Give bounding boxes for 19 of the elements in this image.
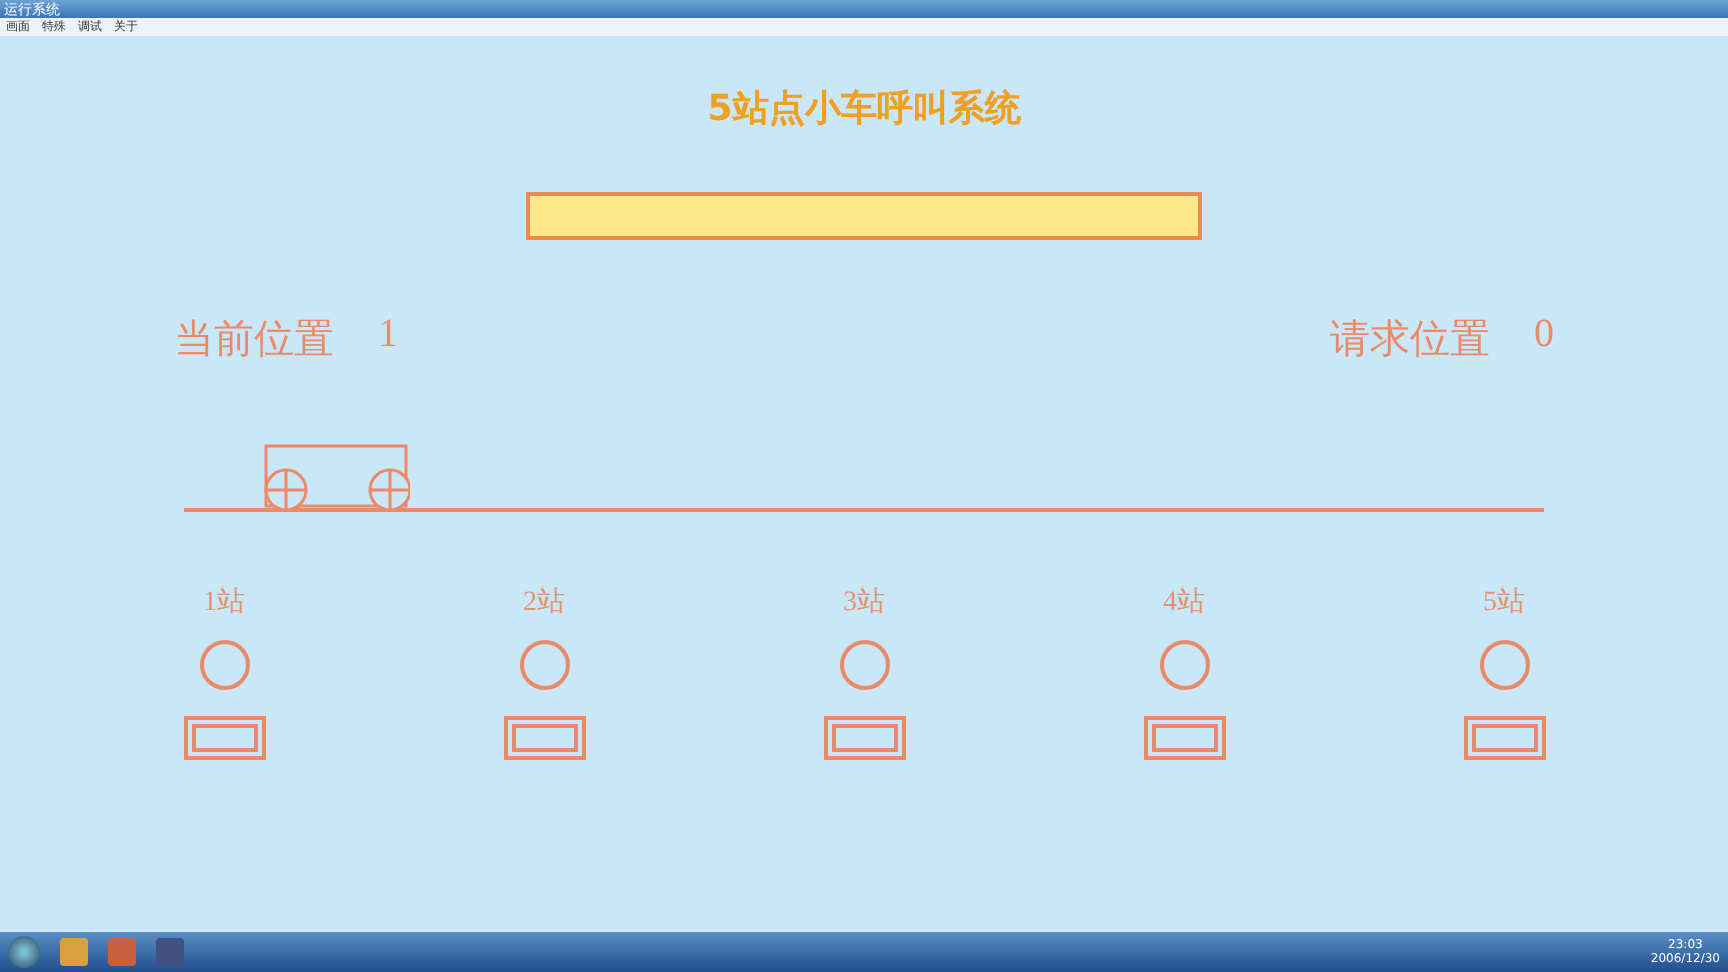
request-position-label: 请求位置 [1330,316,1490,366]
call-button[interactable] [183,716,265,760]
system-title: 5站点小车呼叫系统 [707,86,1021,132]
request-position-value: 0 [1534,312,1554,360]
station-label: 2站 [523,585,565,620]
call-button[interactable] [503,716,585,760]
app-icon[interactable] [60,938,88,966]
current-position-value: 1 [378,312,398,360]
station-label: 1站 [203,585,245,620]
call-button[interactable] [1463,716,1545,760]
call-button[interactable] [823,716,905,760]
app-icon[interactable] [156,938,184,966]
station-label: 4站 [1163,585,1205,620]
app-icon[interactable] [108,938,136,966]
station-label: 5站 [1483,585,1525,620]
call-button[interactable] [1143,716,1225,760]
station-label: 3站 [843,585,885,620]
start-button[interactable] [8,936,40,968]
current-position-label: 当前位置 [174,316,334,366]
